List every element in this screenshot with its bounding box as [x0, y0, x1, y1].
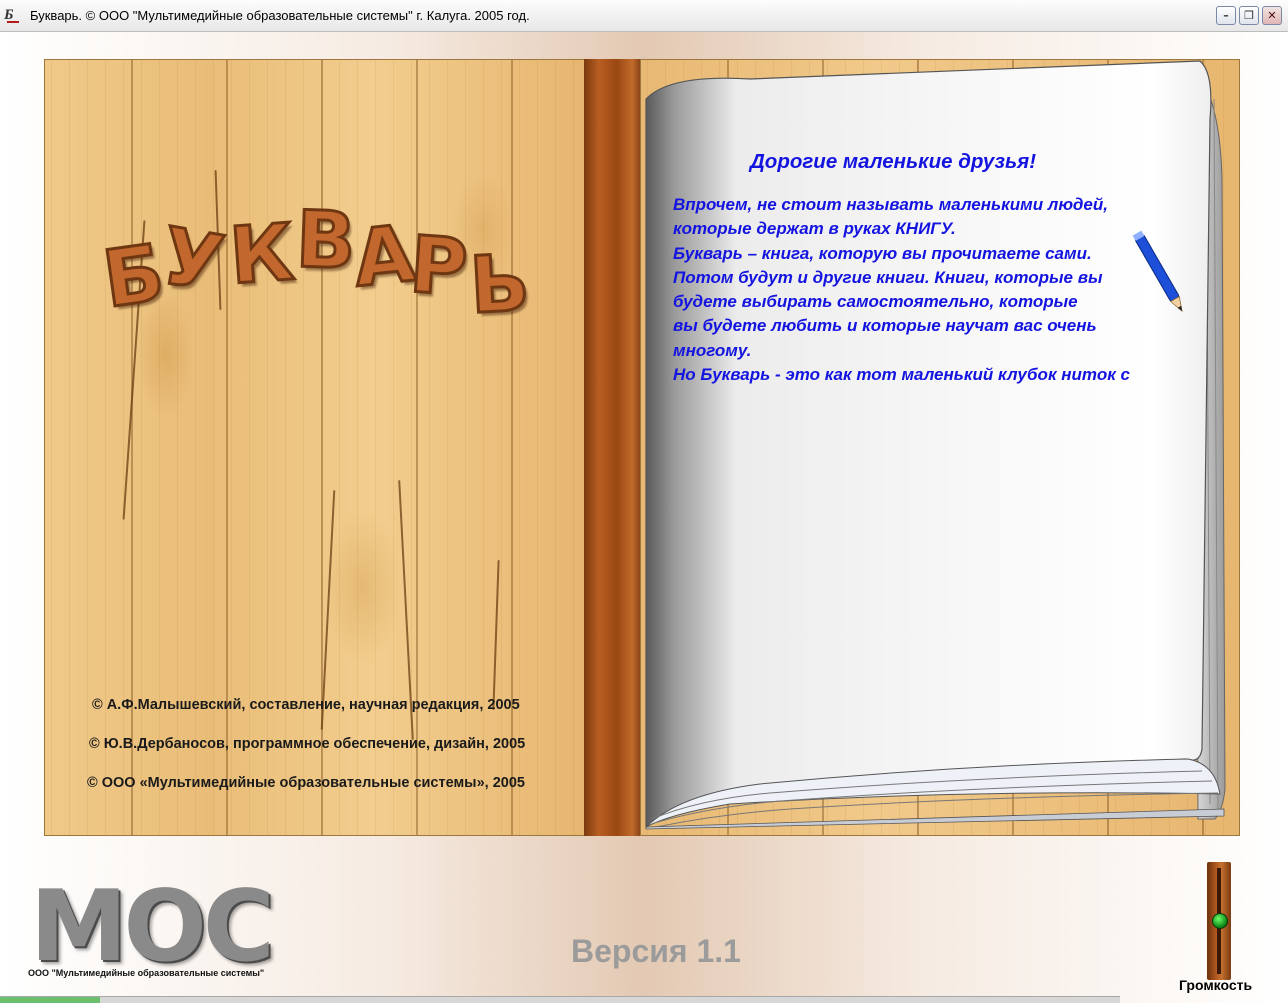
- logo-caption: ООО "Мультимедийные образовательные сист…: [28, 968, 265, 978]
- book-page: [645, 60, 1226, 830]
- page-text-line: которые держат в руках КНИГУ.: [673, 219, 956, 238]
- page-text-line: Но Букварь - это как тот маленький клубо…: [673, 365, 1130, 384]
- title-bar: Б Букварь. © ООО "Мультимедийные образов…: [0, 0, 1288, 32]
- page-text-line: будете выбирать самостоятельно, которые: [673, 292, 1078, 311]
- book-spine: [584, 59, 644, 836]
- app-icon[interactable]: Б: [4, 6, 22, 24]
- page-text-line: многому.: [673, 341, 752, 360]
- credit-line: © Ю.В.Дербаносов, программное обеспечени…: [89, 736, 526, 752]
- cover-title-letter: К: [225, 206, 298, 303]
- page-text-line: вы будете любить и которые научат вас оч…: [673, 316, 1097, 335]
- cover-title-letter: В: [293, 193, 359, 288]
- cover-title-letter: Р: [405, 219, 471, 316]
- volume-slider[interactable]: [1207, 862, 1231, 980]
- page-text-line: Букварь – книга, которую вы прочитаете с…: [673, 244, 1092, 263]
- minimize-button[interactable]: –: [1216, 6, 1236, 25]
- window-title: Букварь. © ООО "Мультимедийные образоват…: [30, 8, 530, 23]
- credit-line: © А.Ф.Малышевский, составление, научная …: [92, 697, 520, 713]
- cover-title-letter: Ь: [466, 237, 533, 333]
- version-label: Версия 1.1: [571, 933, 741, 969]
- maximize-button[interactable]: ❐: [1239, 6, 1259, 25]
- wood-crack: [492, 560, 500, 710]
- wood-crack: [320, 490, 336, 730]
- mos-logo: МОС: [30, 870, 275, 984]
- book-cover-left: [44, 59, 594, 836]
- close-button[interactable]: ✕: [1262, 6, 1282, 25]
- page-text-line: Впрочем, не стоит называть маленькими лю…: [673, 195, 1108, 214]
- page-text-line: Потом будут и другие книги. Книги, котор…: [673, 268, 1103, 287]
- volume-knob[interactable]: [1212, 913, 1228, 929]
- credit-line: © ООО «Мультимедийные образовательные си…: [87, 775, 525, 791]
- page-heading: Дорогие маленькие друзья!: [750, 150, 1037, 173]
- volume-label: Громкость: [1179, 977, 1253, 993]
